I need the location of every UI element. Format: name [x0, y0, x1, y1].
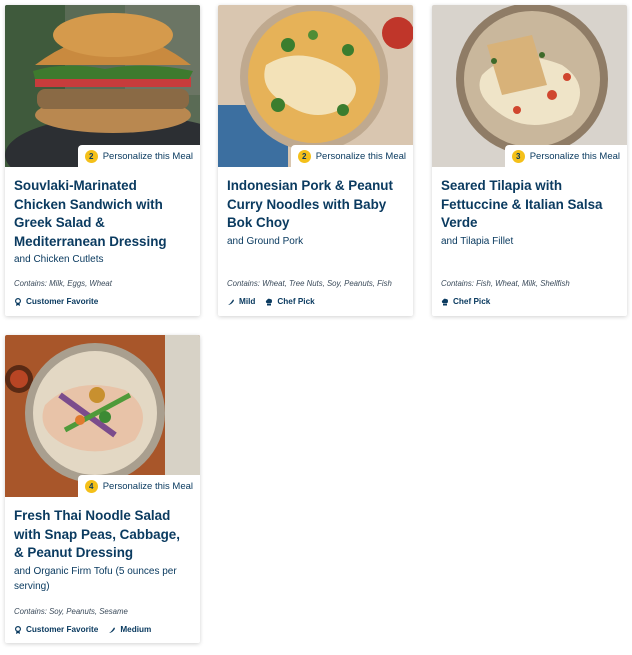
personalize-count-badge: 4 — [84, 479, 98, 493]
tag-chef-pick: Chef Pick — [441, 297, 490, 306]
meal-subtitle: and Ground Pork — [227, 235, 304, 247]
personalize-button[interactable]: 4 Personalize this Meal — [77, 475, 200, 497]
personalize-label: Personalize this Meal — [315, 150, 406, 162]
personalize-label: Personalize this Meal — [529, 150, 620, 162]
meal-card[interactable]: 3 Personalize this Meal Seared Tilapia w… — [432, 5, 627, 316]
allergen-info: Contains: Fish, Wheat, Milk, Shellfish — [441, 279, 570, 288]
meal-tags: Chef Pick — [441, 297, 490, 306]
meal-photo[interactable]: 3 Personalize this Meal — [432, 5, 627, 167]
ribbon-icon — [15, 625, 21, 634]
tag-chef-pick: Chef Pick — [265, 297, 315, 306]
meal-title[interactable]: Souvlaki-Marinated Chicken Sandwich with… — [14, 177, 191, 251]
allergen-info: Contains: Soy, Peanuts, Sesame — [14, 607, 128, 616]
chef-hat-icon — [266, 298, 273, 305]
meal-photo[interactable]: 4 Personalize this Meal — [5, 335, 200, 497]
allergen-info: Contains: Wheat, Tree Nuts, Soy, Peanuts… — [227, 279, 392, 288]
meal-card[interactable]: 2 Personalize this Meal Souvlaki-Marinat… — [5, 5, 200, 316]
tag-customer-favorite: Customer Favorite — [14, 625, 98, 634]
personalize-label: Personalize this Meal — [102, 150, 193, 162]
tag-spice-level: Medium — [108, 625, 151, 634]
meal-subtitle: and Organic Firm Tofu (5 ounces per serv… — [14, 565, 177, 592]
meal-tags: Customer Favorite — [14, 297, 98, 306]
meal-tags: Mild Chef Pick — [227, 297, 315, 306]
meal-tags: Customer Favorite Medium — [14, 625, 151, 634]
personalize-button[interactable]: 3 Personalize this Meal — [504, 145, 627, 167]
tag-spice-level: Mild — [227, 297, 255, 306]
pepper-icon — [109, 627, 116, 633]
meal-photo[interactable]: 2 Personalize this Meal — [218, 5, 413, 167]
personalize-label: Personalize this Meal — [102, 480, 193, 492]
pepper-icon — [228, 299, 234, 305]
tag-customer-favorite: Customer Favorite — [14, 297, 98, 306]
meal-photo[interactable]: 2 Personalize this Meal — [5, 5, 200, 167]
meal-subtitle: and Tilapia Fillet — [441, 235, 514, 247]
personalize-button[interactable]: 2 Personalize this Meal — [77, 145, 200, 167]
meal-subtitle: and Chicken Cutlets — [14, 254, 104, 265]
personalize-count-badge: 3 — [511, 149, 525, 163]
personalize-button[interactable]: 2 Personalize this Meal — [290, 145, 413, 167]
ribbon-icon — [15, 297, 21, 306]
meal-title[interactable]: Fresh Thai Noodle Salad with Snap Peas, … — [14, 507, 191, 563]
allergen-info: Contains: Milk, Eggs, Wheat — [14, 279, 112, 288]
chef-hat-icon — [441, 298, 448, 305]
meal-title[interactable]: Indonesian Pork & Peanut Curry Noodles w… — [227, 177, 404, 233]
meal-card[interactable]: 4 Personalize this Meal Fresh Thai Noodl… — [5, 335, 200, 643]
personalize-count-badge: 2 — [84, 149, 98, 163]
meal-card[interactable]: 2 Personalize this Meal Indonesian Pork … — [218, 5, 413, 316]
personalize-count-badge: 2 — [297, 149, 311, 163]
meal-title[interactable]: Seared Tilapia with Fettuccine & Italian… — [441, 177, 618, 233]
